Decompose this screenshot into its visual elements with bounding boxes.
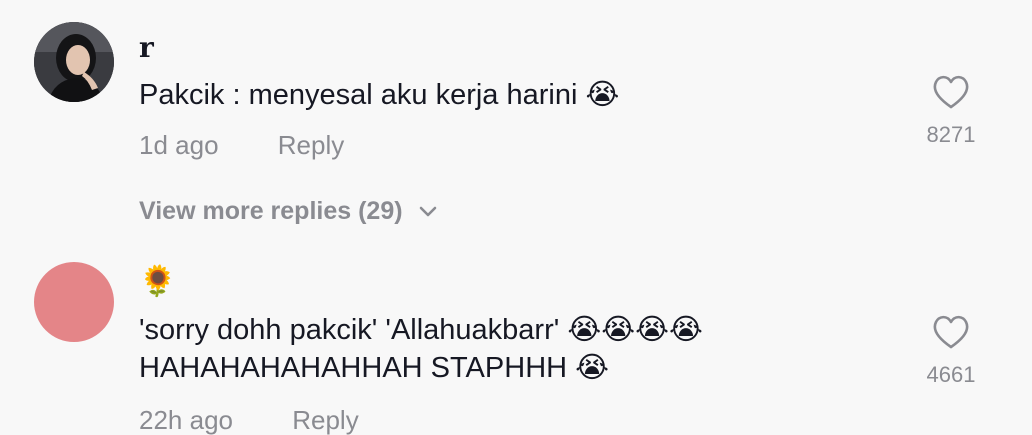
chevron-down-icon	[419, 206, 436, 217]
comment-text: Pakcik : menyesal aku kerja harini 😭	[139, 79, 620, 111]
comment-line: HAHAHAHAHAHHAH STAPHHH 😭	[139, 352, 610, 384]
like-button[interactable]: 4661	[911, 312, 991, 388]
reply-button[interactable]: Reply	[278, 130, 344, 160]
avatar[interactable]	[34, 262, 114, 342]
like-button[interactable]: 8271	[911, 72, 991, 148]
heart-icon[interactable]	[931, 72, 971, 112]
username[interactable]: r	[139, 32, 154, 64]
comment-time: 22h ago	[139, 405, 233, 435]
like-count: 4661	[926, 362, 976, 387]
view-more-replies-button[interactable]: View more replies (29)	[139, 196, 439, 226]
reply-button[interactable]: Reply	[292, 405, 358, 435]
comment-text: 'sorry dohh pakcik' 'Allahuakbarr' 😭😭😭😭 …	[139, 311, 703, 387]
view-more-replies-label: View more replies (29)	[139, 197, 403, 225]
username[interactable]: 🌻	[139, 266, 176, 298]
comment-time: 1d ago	[139, 130, 219, 160]
avatar[interactable]	[34, 22, 114, 102]
comment-meta: 22h ago Reply	[139, 405, 359, 435]
heart-icon[interactable]	[931, 312, 971, 352]
comment-line: 'sorry dohh pakcik' 'Allahuakbarr' 😭😭😭😭	[139, 314, 703, 346]
comment-meta: 1d ago Reply	[139, 130, 344, 160]
like-count: 8271	[926, 122, 976, 147]
avatar-photo	[34, 22, 114, 102]
